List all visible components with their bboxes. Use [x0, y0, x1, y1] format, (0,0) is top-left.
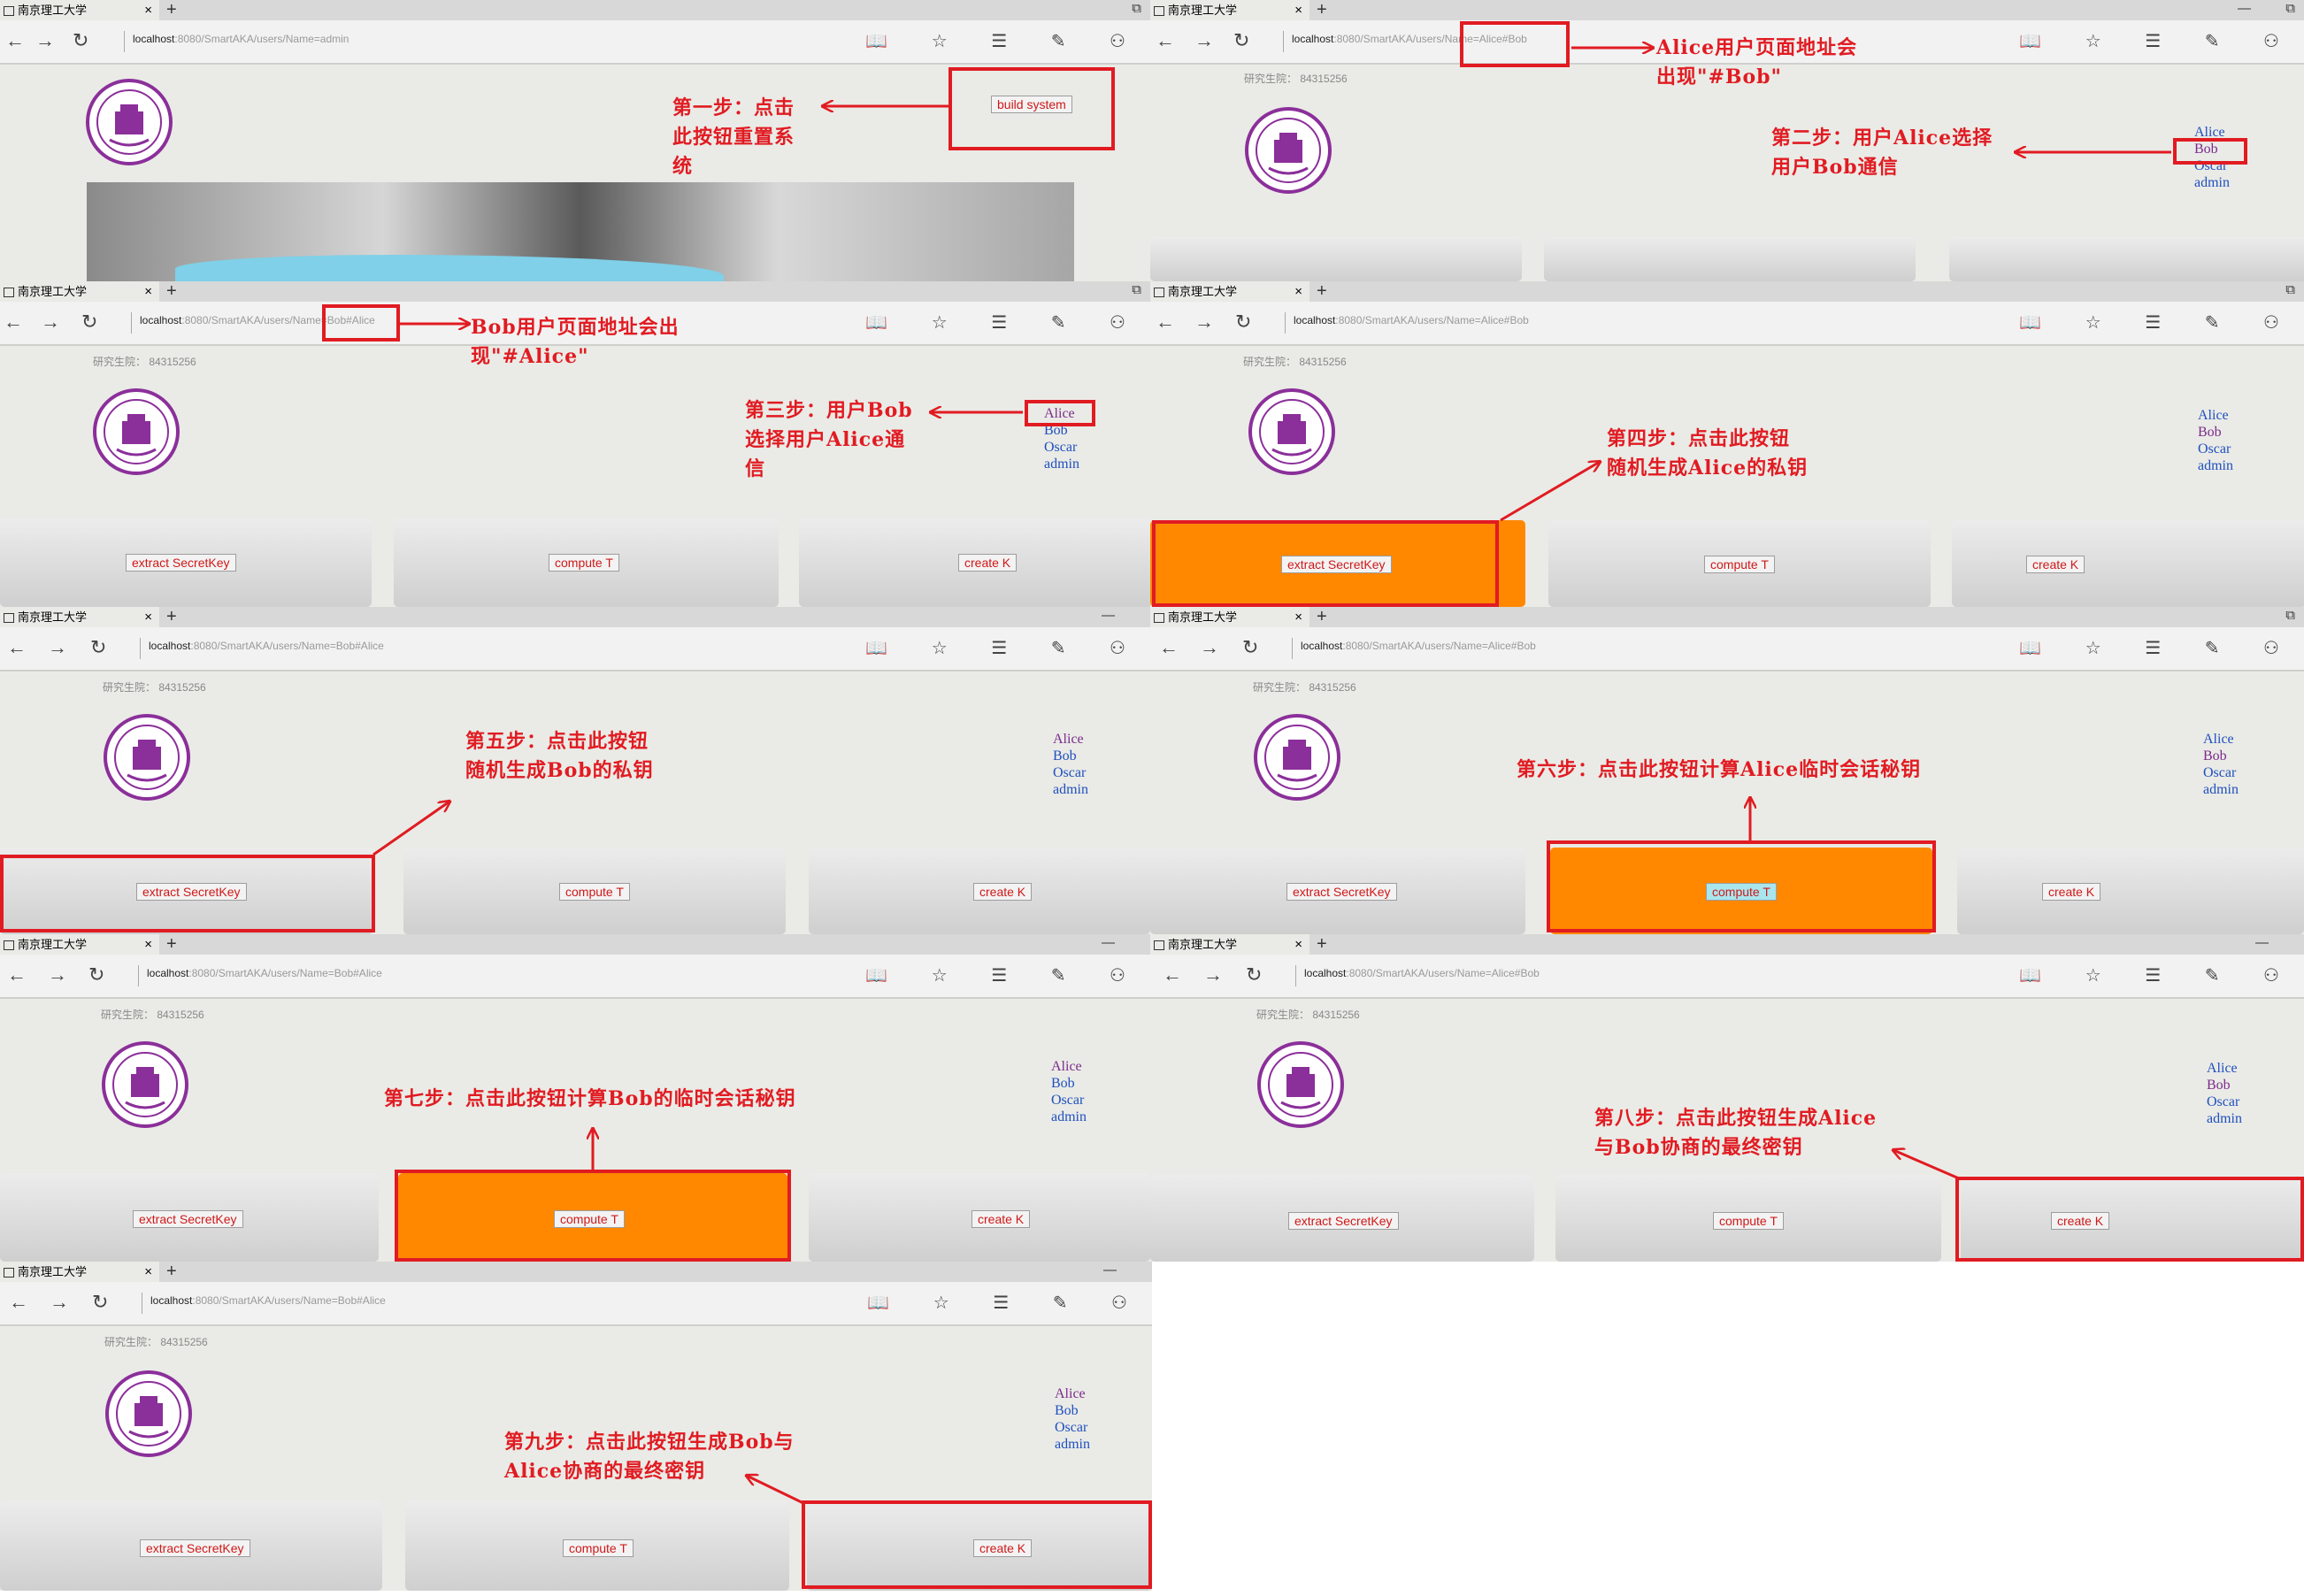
arrow-step5 [372, 802, 449, 856]
annotation-step5: 第五步：点击此按钮 随机生成Bob的私钥 [465, 730, 654, 782]
annotation-step6: 第六步：点击此按钮计算Alice临时会话秘钥 [1517, 758, 1922, 781]
annotation-step9: 第九步：点击此按钮生成Bob与 Alice协商的最终密钥 [504, 1431, 795, 1483]
annotation-alice-url: Alice用户页面地址会 出现"#Bob" [1656, 36, 1858, 88]
arrow-step8 [1893, 1150, 1960, 1180]
arrow-step4 [1500, 462, 1600, 522]
annotation-arrows [372, 0, 2171, 1506]
annotation-step8: 第八步：点击此按钮生成Alice 与Bob协商的最终密钥 [1594, 1107, 1878, 1159]
annotation-bob-url: Bob用户页面地址会出 现"#Alice" [471, 316, 680, 368]
annotation-step1: 第一步：点击 此按钮重置系 统 [672, 96, 795, 178]
annotation-step4: 第四步：点击此按钮 随机生成Alice的私钥 [1607, 427, 1809, 480]
annotation-step3: 第三步：用户Bob 选择用户Alice通 信 [745, 399, 913, 480]
annotation-step2: 第二步：用户Alice选择 用户Bob通信 [1771, 127, 1993, 179]
annotation-step7: 第七步：点击此按钮计算Bob的临时会话秘钥 [384, 1087, 796, 1110]
